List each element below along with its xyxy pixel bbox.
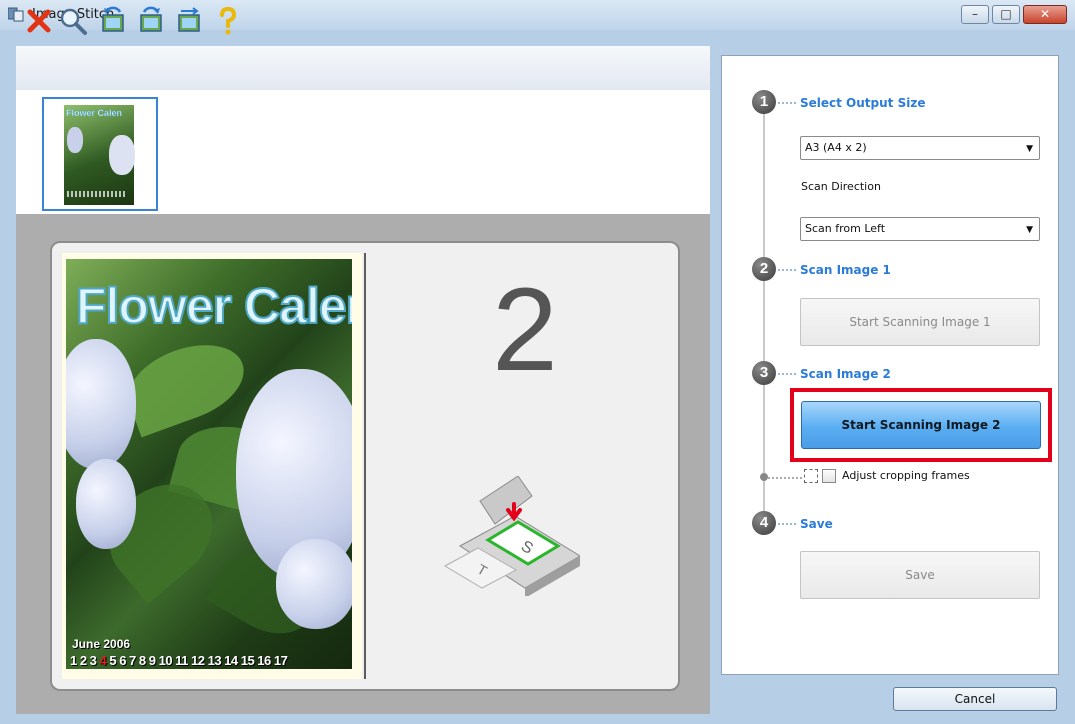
save-button[interactable]: Save	[800, 551, 1040, 599]
step-4-badge: 4	[752, 511, 776, 535]
app-icon	[8, 7, 24, 22]
rotate-left-icon[interactable]	[98, 6, 128, 36]
preview-divider	[364, 253, 366, 679]
toolbar	[16, 46, 710, 91]
image-calendar-text: 1 2 3 4 5 6 7 8 9 10 11 12 13 14 15 16 1…	[70, 653, 288, 668]
minimize-button[interactable]: –	[961, 5, 989, 24]
scanner-icon: S T	[443, 476, 580, 596]
start-scanning-image-1-button[interactable]: Start Scanning Image 1	[800, 298, 1040, 346]
step-1-badge: 1	[752, 90, 776, 114]
rotate-right-icon[interactable]	[136, 6, 166, 36]
crop-frame-icon	[804, 469, 818, 483]
step-3-badge: 3	[752, 361, 776, 385]
thumbnail-item[interactable]: Flower Calen	[42, 97, 158, 211]
step-1-label: Select Output Size	[800, 96, 926, 110]
delete-icon[interactable]	[24, 6, 54, 36]
step-2-badge: 2	[752, 257, 776, 281]
chevron-down-icon: ▼	[1026, 225, 1033, 235]
swap-icon[interactable]	[174, 6, 204, 36]
scan-direction-label: Scan Direction	[801, 180, 881, 193]
steps-connector-line	[763, 102, 765, 522]
step-2-label: Scan Image 1	[800, 263, 891, 277]
cancel-button[interactable]: Cancel	[893, 687, 1057, 711]
thumbnail-title: Flower Calen	[66, 108, 123, 118]
chevron-down-icon: ▼	[1026, 144, 1033, 154]
adjust-cropping-checkbox[interactable]	[822, 469, 836, 483]
adjust-cropping-label: Adjust cropping frames	[842, 469, 970, 482]
image-title-text: Flower Calend	[75, 277, 352, 335]
thumbnail-image: Flower Calen	[64, 105, 135, 205]
step-4-label: Save	[800, 517, 833, 531]
image-date-text: June 2006	[72, 637, 131, 651]
start-scanning-image-2-button[interactable]: Start Scanning Image 2	[801, 401, 1041, 449]
image-slot-number: 2	[492, 264, 558, 396]
step-3-label: Scan Image 2	[800, 367, 891, 381]
image-stitch-window: Image Stitch – □ ✕ Flower Calen Flower C…	[0, 0, 1075, 724]
output-size-select[interactable]: A3 (A4 x 2) ▼	[800, 136, 1040, 160]
close-button[interactable]: ✕	[1023, 5, 1067, 24]
maximize-button[interactable]: □	[992, 5, 1020, 24]
scan-direction-select[interactable]: Scan from Left ▼	[800, 217, 1040, 241]
help-icon[interactable]	[212, 6, 242, 36]
zoom-icon[interactable]	[58, 6, 88, 36]
scan-direction-value: Scan from Left	[805, 222, 886, 235]
scanned-image-1: Flower Calend June 2006 1 2 3 4 5 6 7 8 …	[62, 253, 362, 679]
output-size-value: A3 (A4 x 2)	[805, 141, 867, 154]
